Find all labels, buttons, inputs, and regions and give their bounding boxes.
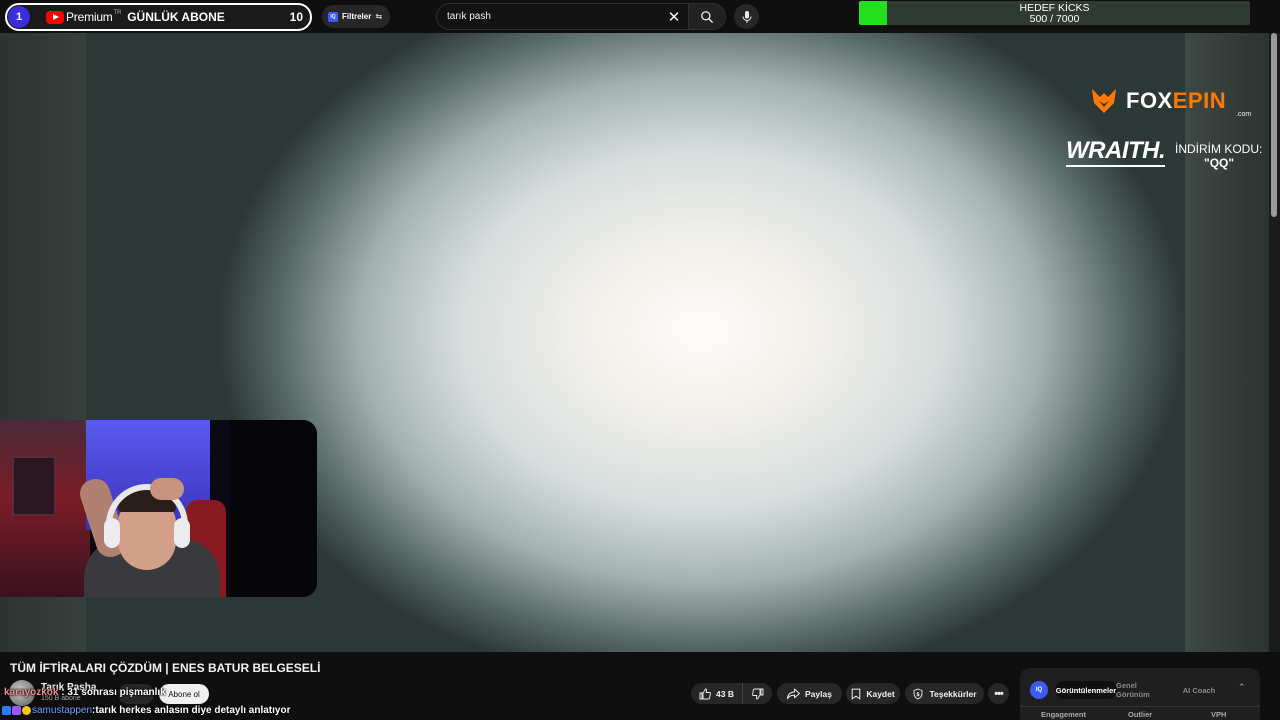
video-info-section: TÜM İFTİRALARI ÇÖZDÜM | ENES BATUR BELGE… bbox=[0, 652, 1280, 720]
column-vph: VPH bbox=[1211, 710, 1227, 719]
discount-code-value: "QQ" bbox=[1204, 156, 1235, 170]
svg-text:$: $ bbox=[917, 692, 921, 698]
subscribe-button[interactable]: Abone ol bbox=[159, 684, 209, 704]
thumbs-up-icon bbox=[699, 688, 711, 699]
partner-name: WRAITH. bbox=[1066, 137, 1166, 167]
share-label: Paylaş bbox=[805, 688, 832, 699]
daily-subscriber-label: GÜNLÜK ABONE bbox=[127, 10, 225, 24]
thanks-button[interactable]: $ Teşekkürler bbox=[905, 683, 984, 704]
subscriber-badge-icon bbox=[12, 706, 21, 715]
save-label: Kaydet bbox=[866, 688, 895, 699]
search-button[interactable] bbox=[688, 3, 726, 30]
dislike-button[interactable] bbox=[742, 683, 772, 704]
discount-code-label: İNDİRİM KODU: bbox=[1175, 142, 1263, 156]
video-right-edge bbox=[1185, 33, 1269, 652]
chat-username: samustappen bbox=[32, 705, 93, 716]
microphone-icon bbox=[742, 10, 751, 23]
chat-message: samustappen : tarık herkes anlasın diye … bbox=[2, 705, 290, 716]
video-title: TÜM İFTİRALARI ÇÖZDÜM | ENES BATUR BELGE… bbox=[10, 661, 321, 675]
headphone-cup-left bbox=[104, 518, 120, 548]
super-thanks-icon: $ bbox=[913, 688, 923, 699]
webcam-person-hand bbox=[150, 478, 184, 500]
tab-views[interactable]: Görüntülenmeler bbox=[1055, 681, 1117, 699]
filters-label: Filtreler bbox=[342, 12, 372, 21]
iq-badge-icon: IQ bbox=[1030, 681, 1048, 699]
youtube-logo-icon bbox=[46, 10, 64, 24]
voice-search-button[interactable] bbox=[734, 4, 759, 29]
bookmark-icon bbox=[852, 688, 861, 699]
chat-message: karayozkok : 31 sonrası pişmanlık bbox=[4, 687, 166, 698]
filters-button[interactable]: IQ Filtreler ⇆ bbox=[322, 5, 390, 28]
sponsor-brand-suffix: .com bbox=[1236, 111, 1252, 118]
kick-badge-icon bbox=[2, 706, 11, 715]
search-input[interactable]: tarık pash ✕ bbox=[436, 3, 688, 30]
top-bar: 1 PremiumTR GÜNLÜK ABONE 10 IQ Filtreler… bbox=[0, 0, 1280, 33]
analytics-panel: IQ Görüntülenmeler Genel Görünüm AI Coac… bbox=[1020, 668, 1260, 720]
more-horizontal-icon: ••• bbox=[994, 687, 1004, 700]
daily-subscriber-count: 10 bbox=[289, 10, 303, 24]
page-scrollbar[interactable] bbox=[1269, 33, 1280, 652]
tab-overview[interactable]: Genel Görünüm bbox=[1116, 681, 1170, 699]
sponsor-logo: FOXEPIN .com bbox=[1088, 85, 1251, 118]
sliders-icon: ⇆ bbox=[375, 12, 383, 21]
headphone-cup-right bbox=[174, 518, 190, 548]
kicks-goal-widget: HEDEF KİCKS 500 / 7000 bbox=[859, 1, 1250, 25]
subscriber-rank: 1 bbox=[8, 6, 30, 28]
discount-code-banner: WRAITH. İNDİRİM KODU: "QQ" bbox=[1066, 137, 1266, 177]
sponsor-brand-name: FOXEPIN bbox=[1126, 88, 1227, 113]
save-button[interactable]: Kaydet bbox=[846, 683, 900, 704]
goal-progress-text: 500 / 7000 bbox=[1029, 13, 1080, 25]
column-engagement: Engagement bbox=[1041, 710, 1087, 719]
iq-badge-icon: IQ bbox=[328, 11, 338, 22]
share-button[interactable]: Paylaş bbox=[777, 683, 842, 704]
scrollbar-thumb[interactable] bbox=[1271, 33, 1277, 217]
chevron-up-icon[interactable]: ⌃ bbox=[1238, 682, 1246, 693]
chat-text: 31 sonrası pişmanlık bbox=[67, 687, 166, 698]
youtube-premium-label: PremiumTR bbox=[66, 10, 122, 24]
share-icon bbox=[787, 688, 800, 699]
goal-title: HEDEF KİCKS bbox=[1019, 2, 1090, 14]
like-button[interactable]: 43 B bbox=[691, 683, 742, 704]
fox-logo-icon bbox=[1092, 89, 1116, 113]
tab-ai-coach[interactable]: AI Coach bbox=[1175, 681, 1223, 699]
webcam-background-right bbox=[230, 420, 317, 597]
search-icon bbox=[701, 10, 713, 23]
thanks-label: Teşekkürler bbox=[929, 688, 977, 699]
webcam-shelf bbox=[12, 456, 56, 516]
column-outlier: Outlier bbox=[1128, 710, 1153, 719]
thumbs-down-icon bbox=[751, 688, 763, 699]
daily-subscriber-widget: 1 PremiumTR GÜNLÜK ABONE 10 bbox=[5, 3, 312, 31]
streamer-webcam bbox=[0, 420, 317, 597]
search-query: tarık pash bbox=[447, 11, 491, 22]
analytics-divider bbox=[1020, 706, 1260, 707]
chat-username: karayozkok bbox=[4, 687, 59, 698]
more-actions-button[interactable]: ••• bbox=[988, 683, 1009, 704]
chat-text: tarık herkes anlasın diye detaylı anlatı… bbox=[95, 705, 291, 716]
gift-badge-icon bbox=[22, 706, 31, 715]
like-count: 43 B bbox=[716, 688, 734, 699]
clear-search-icon[interactable]: ✕ bbox=[664, 7, 684, 27]
